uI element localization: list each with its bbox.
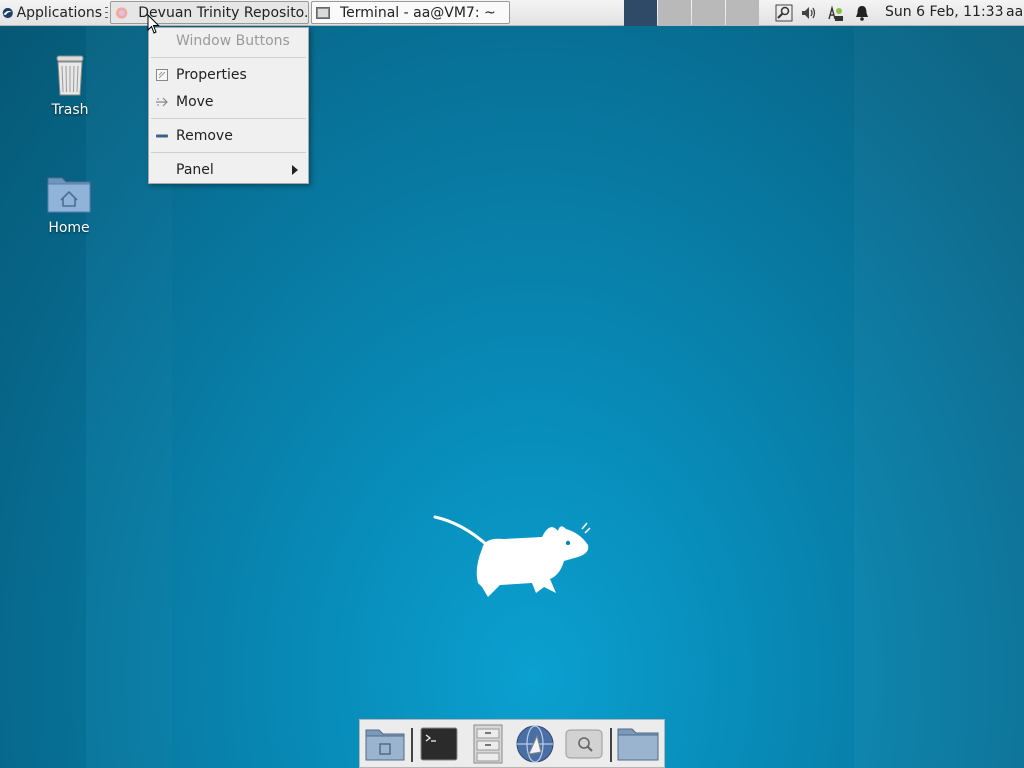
panel-separator-handle [105, 7, 108, 18]
bell-icon[interactable] [853, 4, 871, 22]
menu-item-label: Move [176, 94, 214, 110]
menu-item-label: Properties [176, 67, 247, 83]
move-icon [156, 97, 168, 107]
dock-terminal[interactable] [418, 724, 460, 764]
volume-icon[interactable] [800, 4, 818, 22]
menu-item-label: Panel [176, 162, 214, 178]
task-label: Terminal - aa@VM7: ~ [340, 4, 496, 21]
menu-separator [151, 57, 306, 58]
home-folder-icon [47, 177, 91, 213]
network-icon[interactable] [826, 4, 844, 22]
workspace-2[interactable] [658, 0, 691, 26]
menu-item-label: Remove [176, 128, 233, 144]
folder-icon [617, 728, 659, 761]
properties-icon [156, 69, 168, 81]
task-terminal[interactable]: Terminal - aa@VM7: ~ [311, 1, 510, 24]
task-label: Devuan Trinity Reposito... [138, 4, 308, 21]
menu-item-properties[interactable]: Properties [149, 63, 308, 87]
search-icon [565, 729, 603, 759]
menu-title-label: Window Buttons [176, 33, 290, 49]
applications-label: Applications [16, 4, 103, 21]
file-cabinet-icon [473, 724, 503, 764]
bg-stripe [854, 26, 1024, 768]
desktop-icon-home[interactable]: Home [29, 172, 109, 236]
devuan-logo-icon [2, 7, 13, 18]
menu-separator [151, 152, 306, 153]
user-menu[interactable]: aa [1006, 4, 1023, 20]
dock-separator [610, 728, 612, 762]
workspace-1[interactable] [624, 0, 657, 26]
remove-icon [156, 134, 168, 138]
terminal-icon [316, 6, 330, 19]
submenu-arrow-icon [292, 165, 298, 175]
desktop-icon-label: Home [48, 220, 90, 236]
search-icon[interactable] [775, 4, 793, 22]
xfce-mouse-logo-icon [433, 515, 591, 597]
desktop-icon-label: Trash [51, 102, 89, 118]
context-menu: Window Buttons Properties Move Remove Pa… [148, 27, 309, 184]
firefox-icon [115, 6, 128, 19]
workspace-3[interactable] [692, 0, 725, 26]
dock-show-desktop[interactable] [364, 724, 406, 764]
dock-app-finder[interactable] [563, 724, 605, 764]
dock [359, 719, 665, 768]
trash-icon [56, 55, 84, 96]
show-desktop-icon [365, 729, 405, 761]
mouse-cursor-icon [147, 14, 160, 34]
applications-menu-button[interactable]: Applications [0, 0, 108, 25]
menu-item-remove[interactable]: Remove [149, 124, 308, 148]
menu-item-panel[interactable]: Panel [149, 158, 308, 182]
menu-item-move[interactable]: Move [149, 90, 308, 114]
terminal-icon [420, 727, 458, 761]
menu-title-window-buttons: Window Buttons [149, 29, 308, 53]
dock-web-browser[interactable] [514, 724, 556, 764]
workspace-4[interactable] [726, 0, 759, 26]
menu-separator [151, 118, 306, 119]
bg-stripe [0, 26, 86, 768]
dock-separator [411, 728, 413, 762]
clock[interactable]: Sun 6 Feb, 11:33 [885, 4, 1003, 20]
globe-icon [516, 725, 554, 763]
desktop-icon-trash[interactable]: Trash [30, 52, 110, 118]
dock-file-manager[interactable] [467, 724, 509, 764]
dock-folder[interactable] [617, 724, 659, 764]
task-firefox[interactable]: Devuan Trinity Reposito... [110, 1, 309, 24]
